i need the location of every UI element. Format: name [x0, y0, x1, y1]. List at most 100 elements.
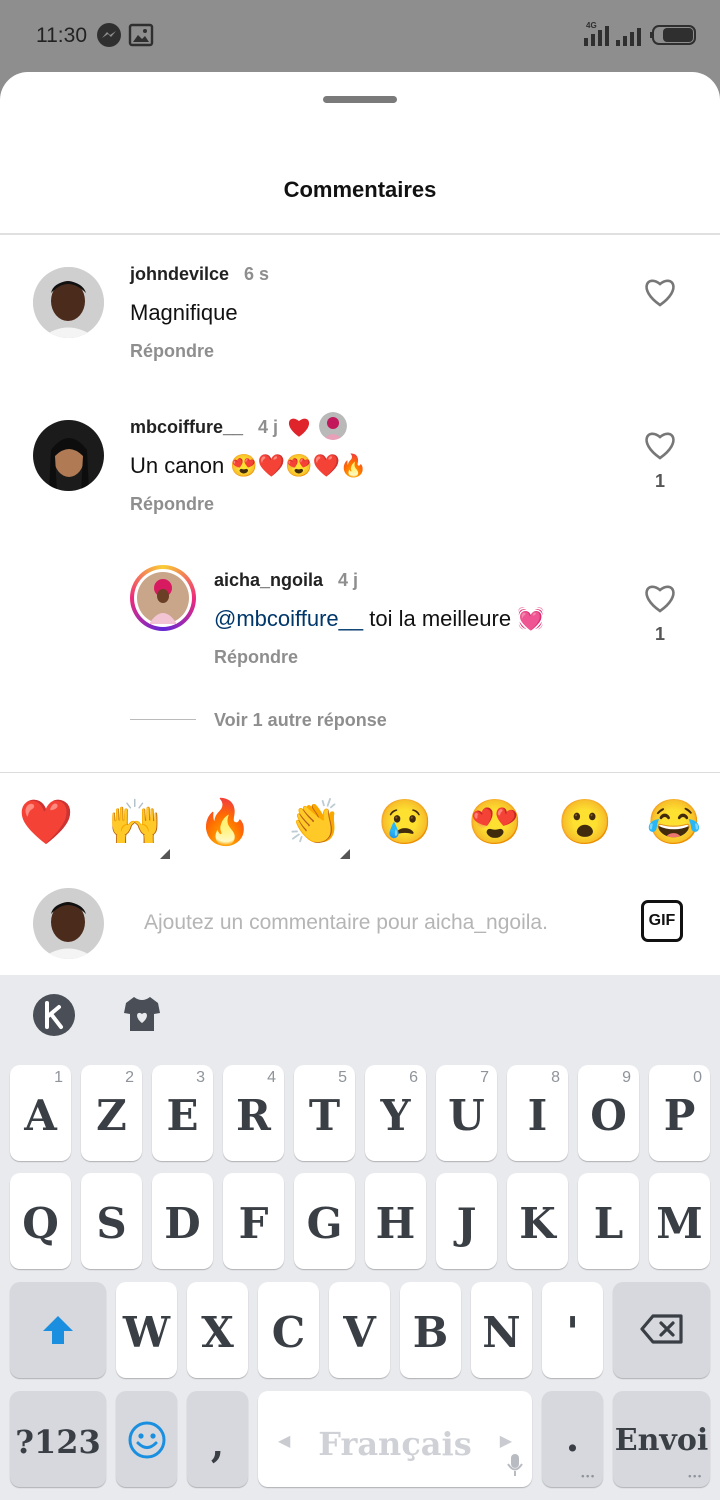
backspace-key[interactable] [613, 1282, 710, 1378]
emoji-glyph: 😂 [647, 798, 702, 847]
symbols-key[interactable]: ?123 [10, 1391, 106, 1487]
emoji-button[interactable]: ❤️ [18, 793, 74, 849]
space-key[interactable]: ◀ Français ▶ [258, 1391, 532, 1487]
avatar[interactable] [33, 267, 104, 338]
emoji-glyph: 🙌 [108, 798, 163, 847]
key-b[interactable]: B [400, 1282, 461, 1378]
comment-input[interactable]: Ajoutez un commentaire pour aicha_ngoila… [144, 911, 548, 935]
emoji-button[interactable]: 😂 [646, 793, 702, 849]
signal-icon [614, 20, 642, 53]
story-avatar[interactable] [130, 565, 196, 631]
comment-text-body: toi la meilleure 💓 [363, 606, 545, 631]
gallery-icon [128, 22, 154, 53]
emoji-glyph: 😮 [558, 798, 613, 847]
key-h[interactable]: H [365, 1173, 426, 1269]
reply-button[interactable]: Répondre [130, 341, 214, 362]
emoji-button[interactable]: 😍 [467, 793, 523, 849]
key-n[interactable]: N [471, 1282, 532, 1378]
comment-time: 4 j [338, 570, 359, 590]
key-g[interactable]: G [294, 1173, 355, 1269]
signal-4g-icon: 4G [580, 20, 612, 53]
emoji-key[interactable] [116, 1391, 177, 1487]
key-q[interactable]: Q [10, 1173, 71, 1269]
key-s[interactable]: S [81, 1173, 142, 1269]
key-u[interactable]: 7U [436, 1065, 497, 1161]
view-more-replies[interactable]: Voir 1 autre réponse [214, 710, 387, 731]
emoji-glyph: 😢 [378, 798, 433, 847]
send-key[interactable]: Envoi ··· [613, 1391, 710, 1487]
key-j[interactable]: J [436, 1173, 497, 1269]
key-p[interactable]: 0P [649, 1065, 710, 1161]
theme-shirt-icon[interactable] [122, 995, 162, 1038]
period-key[interactable]: . ··· [542, 1391, 603, 1487]
comment-username[interactable]: aicha_ngoila [214, 570, 323, 591]
status-bar: 11:30 4G [0, 0, 720, 72]
key-z[interactable]: 2Z [81, 1065, 142, 1161]
keyboard: 1A 2Z 3E 4R 5T 6Y 7U 8I 9O 0P Q S D F G … [0, 975, 720, 1500]
liked-by-author-heart-icon [286, 415, 312, 444]
comment-composer: Ajoutez un commentaire pour aicha_ngoila… [0, 871, 720, 975]
page-title: Commentaires [283, 177, 437, 202]
more-dots-icon: ··· [580, 1469, 595, 1485]
battery-icon [650, 24, 698, 51]
key-e[interactable]: 3E [152, 1065, 213, 1161]
like-count: 1 [654, 624, 665, 644]
comment-text: Un canon 😍❤️😍❤️🔥 [130, 453, 368, 478]
network-type: 4G [586, 21, 597, 30]
header-divider [0, 233, 720, 235]
key-v[interactable]: V [329, 1282, 390, 1378]
emoji-button[interactable]: 🔥 [197, 793, 253, 849]
key-f[interactable]: F [223, 1173, 284, 1269]
key-l[interactable]: L [578, 1173, 639, 1269]
key-w[interactable]: W [116, 1282, 177, 1378]
reply-button[interactable]: Répondre [214, 647, 298, 668]
comma-key[interactable]: , [187, 1391, 248, 1487]
key-i[interactable]: 8I [507, 1065, 568, 1161]
key-t[interactable]: 5T [294, 1065, 355, 1161]
comment-username[interactable]: mbcoiffure__ [130, 417, 243, 438]
more-dots-icon: ··· [687, 1469, 702, 1485]
like-count: 1 [654, 471, 665, 491]
reply-button[interactable]: Répondre [130, 494, 214, 515]
emoji-button[interactable]: 👏 [287, 793, 343, 849]
keyboard-logo-icon[interactable] [32, 993, 76, 1042]
comment-username[interactable]: johndevilce [130, 264, 229, 285]
like-heart-icon[interactable] [643, 582, 677, 619]
key-y[interactable]: 6Y [365, 1065, 426, 1161]
drag-handle[interactable] [323, 96, 397, 103]
key-c[interactable]: C [258, 1282, 319, 1378]
emoji-glyph: 🔥 [198, 797, 253, 847]
key-d[interactable]: D [152, 1173, 213, 1269]
emoji-quick-bar: ❤️ 🙌 🔥 👏 😢 😍 😮 😂 [0, 772, 720, 872]
more-replies-line [130, 719, 196, 720]
shift-key[interactable] [10, 1282, 106, 1378]
skin-tone-indicator-icon [340, 849, 350, 859]
shift-arrow-icon [41, 1313, 75, 1351]
backspace-icon [640, 1314, 684, 1348]
mention-link[interactable]: @mbcoiffure__ [214, 606, 363, 631]
emoji-button[interactable]: 😮 [557, 793, 613, 849]
emoji-button[interactable]: 🙌 [107, 793, 163, 849]
microphone-icon [506, 1453, 524, 1481]
emoji-glyph: 😍 [468, 798, 523, 847]
gif-button[interactable]: GIF [641, 900, 683, 942]
avatar[interactable] [33, 420, 104, 491]
status-time: 11:30 [36, 24, 87, 47]
emoji-button[interactable]: 😢 [377, 793, 433, 849]
key-a[interactable]: 1A [10, 1065, 71, 1161]
key-k[interactable]: K [507, 1173, 568, 1269]
emoji-glyph: ❤️ [19, 798, 74, 847]
key-x[interactable]: X [187, 1282, 248, 1378]
key-r[interactable]: 4R [223, 1065, 284, 1161]
key-o[interactable]: 9O [578, 1065, 639, 1161]
key-m[interactable]: M [649, 1173, 710, 1269]
like-heart-icon[interactable] [643, 276, 677, 313]
key-apostrophe[interactable]: ' [542, 1282, 603, 1378]
emoji-glyph: 👏 [288, 797, 343, 847]
comment-text: @mbcoiffure__ toi la meilleure 💓 [214, 606, 545, 632]
like-heart-icon[interactable] [643, 429, 677, 466]
my-avatar [33, 888, 104, 959]
comment-time: 6 s [244, 264, 270, 284]
smiley-icon [128, 1421, 166, 1463]
messenger-icon [96, 22, 122, 53]
